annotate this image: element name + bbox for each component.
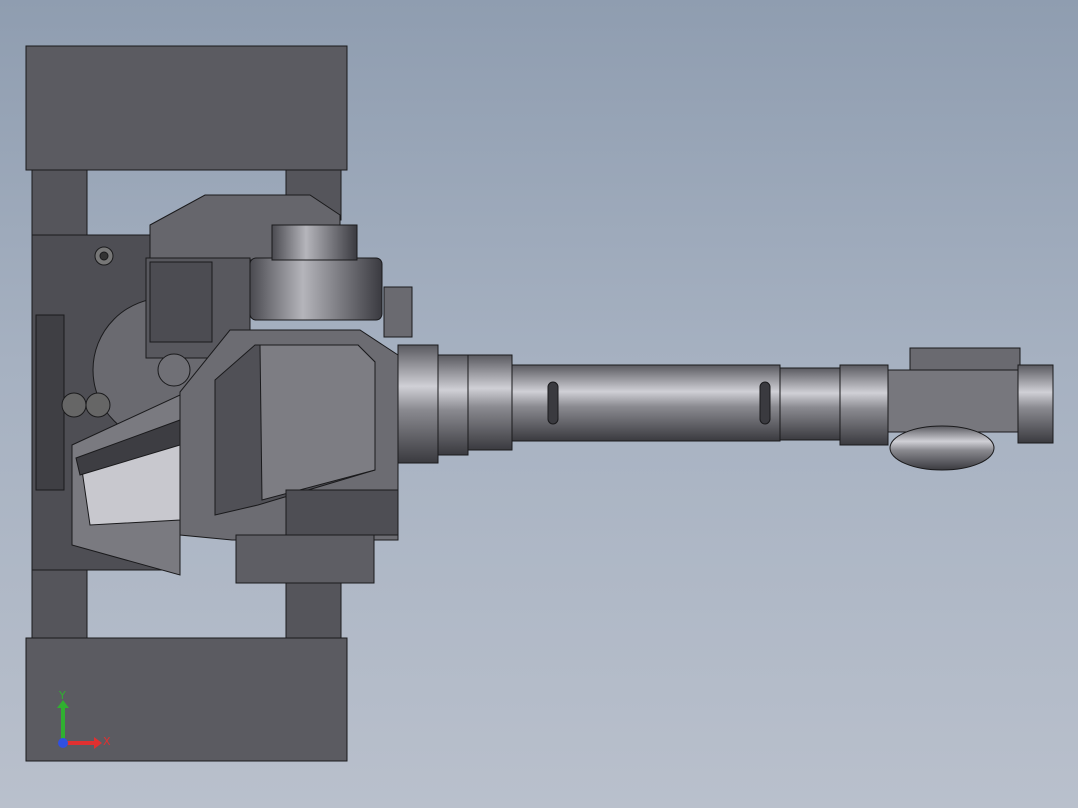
wrist-joint[interactable] [839,364,889,446]
base-leg-top-left[interactable] [31,169,88,241]
shoulder-motor-cap[interactable] [271,224,358,261]
wrist-taper[interactable] [779,367,841,441]
base-side-panel[interactable] [35,314,65,491]
cad-viewport[interactable]: Y X [0,0,1078,808]
wrist-disc[interactable] [889,425,995,471]
wrist-bracket-frame[interactable] [887,369,1019,433]
forearm-slot-left [547,381,559,425]
base-leg-bottom-left[interactable] [31,564,88,639]
base-foot-top[interactable] [25,45,348,171]
triad-y-label: Y [58,689,66,702]
shoulder-motor-drum[interactable] [249,257,383,321]
robot-model[interactable] [25,45,1054,762]
elbow-side-plate[interactable] [285,489,399,536]
tool-flange[interactable] [1017,364,1054,444]
forearm-ring-b[interactable] [467,354,513,451]
base-bolt-inner [99,251,109,261]
elbow-lower-block[interactable] [235,534,375,584]
shoulder-bracket[interactable] [383,286,413,338]
base-joint-a [61,392,87,418]
motor-panel[interactable] [149,261,213,343]
triad-z-origin [58,738,68,748]
triad-x-label: X [103,735,111,748]
forearm-collar[interactable] [397,344,439,464]
motor-cap [157,353,191,387]
base-leg-bottom-right[interactable] [285,579,342,639]
forearm-slot-right [759,381,771,425]
base-joint-b [85,392,111,418]
forearm-ring-a[interactable] [437,354,469,456]
